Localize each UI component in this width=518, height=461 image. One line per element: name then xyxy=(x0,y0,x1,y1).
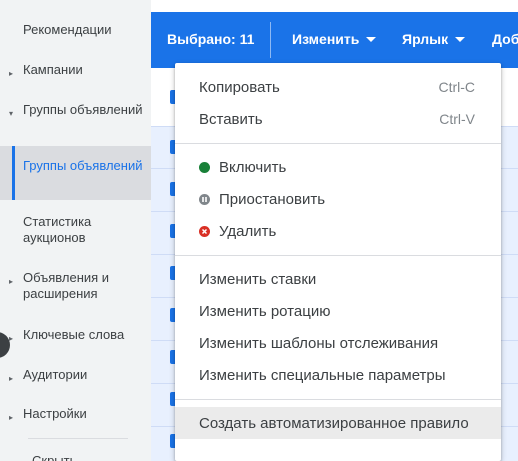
toolbar-separator xyxy=(270,22,271,58)
sidebar-item-ad-groups[interactable]: Группы объявлений xyxy=(0,146,151,200)
chevron-right-icon: ▸ xyxy=(9,69,14,78)
sidebar-item-keywords[interactable]: ▸ Ключевые слова xyxy=(0,327,151,345)
chevron-right-icon: ▸ xyxy=(9,374,14,383)
edit-menu-button[interactable]: Изменить xyxy=(292,31,377,47)
menu-item-remove[interactable]: Удалить xyxy=(175,215,501,247)
sidebar-item-settings[interactable]: ▸ Настройки xyxy=(0,406,151,424)
menu-item-change-custom-parameters[interactable]: Изменить специальные параметры xyxy=(175,359,501,391)
sidebar-item-ad-groups-section[interactable]: ▾ Группы объявлений xyxy=(0,102,151,136)
dropdown-arrow-icon xyxy=(455,37,466,42)
chevron-right-icon: ▸ xyxy=(9,413,14,422)
label-menu-button[interactable]: Ярлык xyxy=(402,31,466,47)
pause-icon xyxy=(199,194,210,205)
selected-count: Выбрано: 11 xyxy=(167,31,255,47)
sidebar-item-ads-extensions[interactable]: ▸ Объявления и расширения xyxy=(0,270,151,304)
menu-item-change-bids[interactable]: Изменить ставки xyxy=(175,263,501,295)
chevron-down-icon: ▾ xyxy=(9,457,13,461)
menu-item-create-automated-rule[interactable]: Создать автоматизированное правило xyxy=(175,407,501,439)
shortcut-paste: Ctrl-V xyxy=(439,111,475,127)
sidebar-item-hide[interactable]: ▾ Скрыть xyxy=(0,453,151,461)
add-menu-button[interactable]: Доб xyxy=(492,31,518,47)
menu-item-paste[interactable]: Вставить Ctrl-V xyxy=(175,103,501,135)
dropdown-arrow-icon xyxy=(366,37,377,42)
edit-dropdown-menu: Копировать Ctrl-C Вставить Ctrl-V Включи… xyxy=(175,63,501,461)
menu-divider xyxy=(175,143,501,144)
menu-item-pause[interactable]: Приостановить xyxy=(175,183,501,215)
sidebar-item-audiences[interactable]: ▸ Аудитории xyxy=(0,367,151,385)
chevron-down-icon: ▾ xyxy=(9,109,14,118)
selection-toolbar: Выбрано: 11 Изменить Ярлык Доб xyxy=(151,12,518,68)
menu-divider xyxy=(175,399,501,400)
menu-item-change-tracking-templates[interactable]: Изменить шаблоны отслеживания xyxy=(175,327,501,359)
chevron-right-icon: ▸ xyxy=(9,277,14,286)
menu-item-copy[interactable]: Копировать Ctrl-C xyxy=(175,71,501,103)
menu-item-enable[interactable]: Включить xyxy=(175,151,501,183)
active-indicator xyxy=(12,146,15,200)
sidebar-item-campaigns[interactable]: ▸ Кампании xyxy=(0,62,151,80)
sidebar: Рекомендации ▸ Кампании ▾ Группы объявле… xyxy=(0,0,151,461)
sidebar-item-auction-insights[interactable]: Статистика аукционов xyxy=(0,214,151,248)
shortcut-copy: Ctrl-C xyxy=(438,79,475,95)
sidebar-divider xyxy=(28,438,128,439)
menu-divider xyxy=(175,255,501,256)
sidebar-item-recommendations[interactable]: Рекомендации xyxy=(0,22,151,40)
remove-icon xyxy=(199,226,210,237)
enabled-status-icon xyxy=(199,162,210,173)
menu-item-change-rotation[interactable]: Изменить ротацию xyxy=(175,295,501,327)
